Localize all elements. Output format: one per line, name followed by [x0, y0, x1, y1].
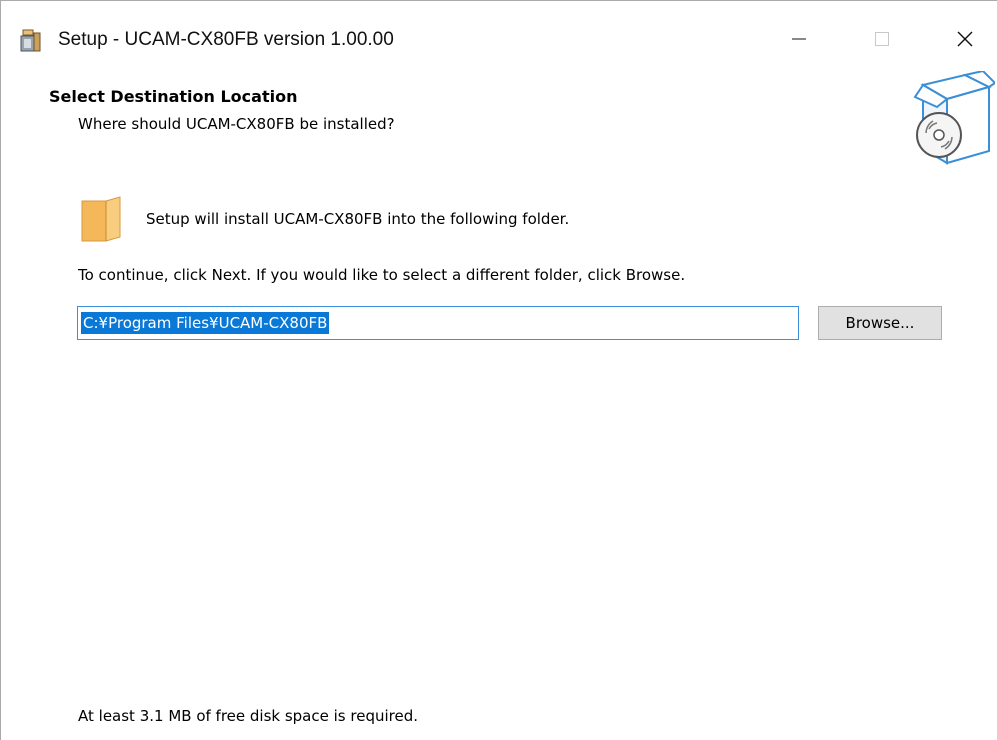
continue-instructions: To continue, click Next. If you would li… [78, 266, 686, 284]
close-icon [957, 31, 973, 47]
destination-path-value: C:¥Program Files¥UCAM-CX80FB [81, 312, 330, 334]
window-title: Setup - UCAM-CX80FB version 1.00.00 [58, 29, 394, 50]
title-bar[interactable]: Setup - UCAM-CX80FB version 1.00.00 [1, 1, 997, 63]
page-title: Select Destination Location [49, 87, 298, 106]
close-button[interactable] [942, 19, 988, 59]
install-folder-text: Setup will install UCAM-CX80FB into the … [146, 210, 570, 228]
box-with-disc-icon [913, 71, 995, 165]
minimize-icon [792, 38, 806, 40]
browse-button[interactable]: Browse... [818, 306, 942, 340]
folder-icon [81, 196, 121, 242]
page-subtitle: Where should UCAM-CX80FB be installed? [78, 115, 395, 133]
disk-space-text: At least 3.1 MB of free disk space is re… [78, 707, 418, 725]
setup-app-icon [20, 29, 41, 52]
setup-window: Setup - UCAM-CX80FB version 1.00.00 Sele… [0, 0, 997, 740]
maximize-icon [875, 32, 889, 46]
destination-path-input[interactable]: C:¥Program Files¥UCAM-CX80FB [77, 306, 799, 340]
minimize-button[interactable] [776, 19, 822, 59]
maximize-button[interactable] [859, 19, 905, 59]
